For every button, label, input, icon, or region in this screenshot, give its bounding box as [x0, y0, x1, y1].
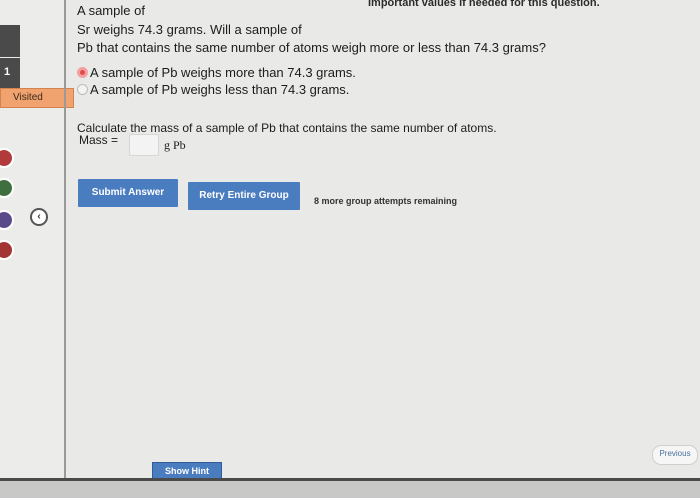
question-line-1: A sample of — [77, 3, 145, 18]
bottom-strip — [0, 481, 700, 498]
calc-prompt: Calculate the mass of a sample of Pb tha… — [77, 121, 497, 135]
radio-icon[interactable] — [77, 84, 88, 95]
status-badge[interactable] — [0, 148, 14, 168]
sidebar-number: 1 — [4, 66, 11, 78]
option-label: A sample of Pb weighs more than 74.3 gra… — [90, 65, 356, 80]
status-badge[interactable] — [0, 178, 14, 198]
option-more[interactable]: A sample of Pb weighs more than 74.3 gra… — [77, 65, 356, 80]
status-badge[interactable] — [0, 210, 14, 230]
attempts-remaining: 8 more group attempts remaining — [314, 196, 458, 206]
sidebar-block — [0, 25, 20, 57]
previous-button[interactable]: Previous — [652, 445, 698, 465]
chevron-left-icon[interactable]: ‹ — [30, 208, 48, 226]
sidebar-divider — [64, 0, 66, 498]
visited-tab[interactable]: Visited — [0, 88, 74, 108]
status-badge[interactable] — [0, 240, 14, 260]
radio-selected-icon[interactable] — [77, 67, 88, 78]
option-less[interactable]: A sample of Pb weighs less than 74.3 gra… — [77, 82, 349, 97]
retry-group-button[interactable]: Retry Entire Group — [188, 182, 300, 210]
important-values-note[interactable]: Important values if needed for this ques… — [368, 0, 600, 9]
question-line-2: Sr weighs 74.3 grams. Will a sample of — [77, 22, 302, 37]
sidebar-item-number[interactable]: 1 — [0, 58, 20, 88]
mass-input[interactable] — [129, 134, 159, 156]
question-line-3: Pb that contains the same number of atom… — [77, 40, 546, 55]
option-label: A sample of Pb weighs less than 74.3 gra… — [90, 82, 350, 97]
mass-label: Mass = — [79, 133, 119, 147]
mass-unit: g Pb — [164, 138, 186, 152]
previous-label: Previous — [659, 449, 691, 458]
sidebar: 1 Visited ‹ — [0, 0, 74, 498]
submit-answer-button[interactable]: Submit Answer — [78, 179, 178, 207]
